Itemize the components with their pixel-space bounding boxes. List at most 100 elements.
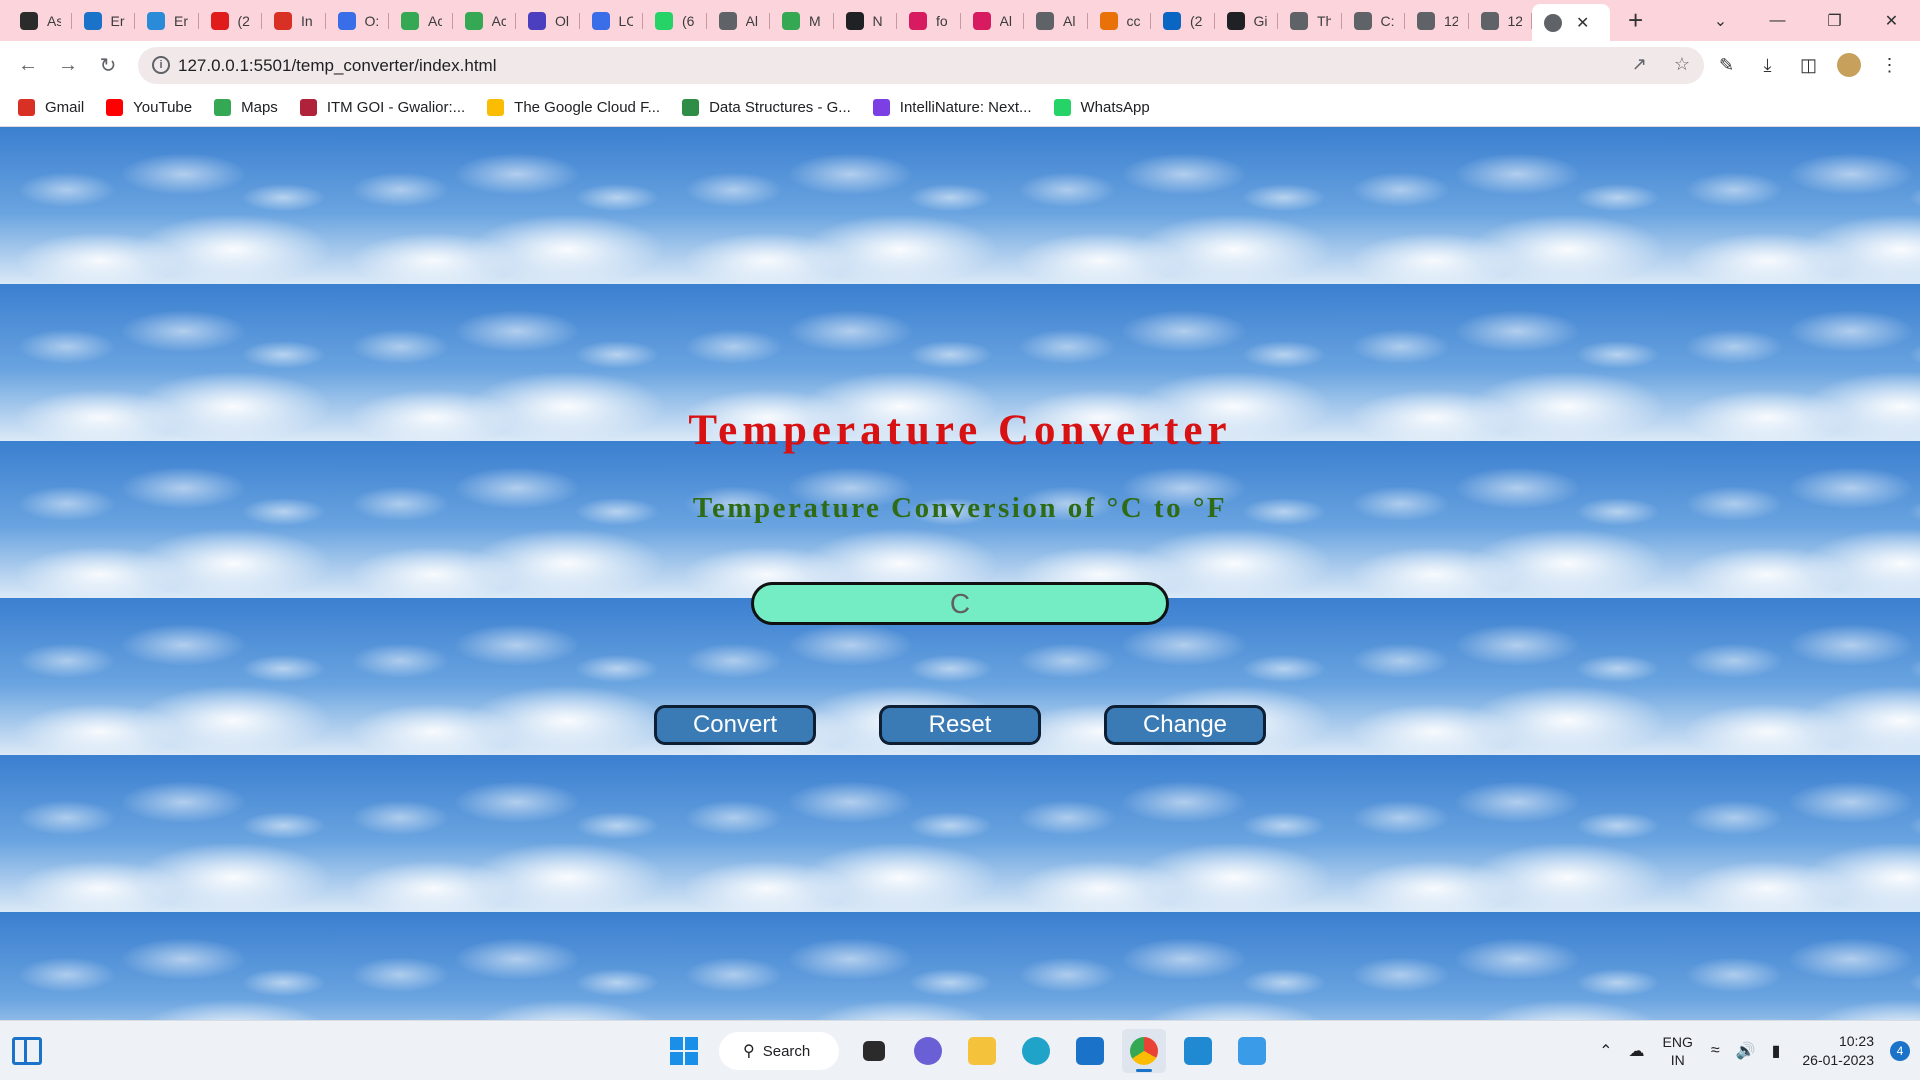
tab-title: Er [110, 12, 125, 29]
bookmark-label: YouTube [133, 99, 193, 116]
tab-title: (2 [237, 12, 250, 29]
wifi-icon[interactable]: ≈ [1711, 1042, 1720, 1060]
bookmark-star-icon[interactable]: ☆ [1674, 54, 1690, 74]
extensions-icon[interactable]: ✎ [1706, 55, 1747, 76]
onedrive-icon[interactable]: ☁ [1629, 1041, 1645, 1061]
browser-tab[interactable]: Al [961, 0, 1025, 41]
edge-icon[interactable] [1014, 1029, 1058, 1073]
browser-tab[interactable]: fo [897, 0, 961, 41]
page-content: Temperature Converter Temperature Conver… [0, 127, 1920, 1020]
address-bar[interactable]: i 127.0.0.1:5501/temp_converter/index.ht… [138, 47, 1704, 84]
change-button[interactable]: Change [1104, 705, 1266, 745]
close-tab-icon[interactable]: ✕ [1576, 13, 1589, 33]
reload-icon[interactable]: ↻ [88, 53, 128, 78]
back-icon[interactable]: ← [8, 54, 48, 77]
browser-tab[interactable]: Ac [389, 0, 453, 41]
clock[interactable]: 10:23 26-01-2023 [1802, 1032, 1874, 1070]
active-tab[interactable]: ✕ [1532, 4, 1610, 41]
tab-title: N [872, 12, 883, 29]
tab-title: (6 [682, 12, 695, 29]
bookmark-item[interactable]: Gmail [18, 99, 84, 116]
bookmark-item[interactable]: Maps [214, 99, 278, 116]
taskbar-search[interactable]: ⚲ Search [719, 1032, 839, 1070]
browser-tab[interactable]: 12 [1405, 0, 1469, 41]
minimize-button[interactable]: — [1749, 12, 1806, 30]
restore-button[interactable]: ❐ [1806, 11, 1863, 31]
tray-chevron-icon[interactable]: ⌃ [1599, 1041, 1612, 1061]
bookmark-favicon-icon [682, 99, 700, 116]
browser-tab[interactable]: N [834, 0, 898, 41]
browser-tab[interactable]: C: [1342, 0, 1406, 41]
file-explorer-icon[interactable] [960, 1029, 1004, 1073]
bookmark-item[interactable]: ITM GOI - Gwalior:... [299, 99, 465, 116]
tab-title: Al [1063, 12, 1076, 29]
tab-favicon-icon [1226, 11, 1245, 30]
browser-tab[interactable]: Er [72, 0, 136, 41]
side-panel-icon[interactable]: ◫ [1788, 55, 1829, 76]
task-view-icon[interactable] [852, 1029, 896, 1073]
close-window-button[interactable]: ✕ [1863, 11, 1920, 31]
menu-kebab-icon[interactable]: ⋮ [1869, 55, 1910, 76]
widgets-icon[interactable] [12, 1037, 42, 1065]
teams-chat-icon[interactable] [906, 1029, 950, 1073]
new-tab-button[interactable]: + [1628, 0, 1643, 41]
reset-button[interactable]: Reset [879, 705, 1041, 745]
bookmark-item[interactable]: WhatsApp [1053, 99, 1150, 116]
bookmarks-bar: Gmail YouTube Maps ITM GOI - Gwalior:... The… [0, 89, 1920, 127]
browser-tab[interactable]: Ol [516, 0, 580, 41]
site-info-icon[interactable]: i [152, 56, 170, 74]
celsius-input[interactable] [751, 582, 1169, 625]
download-icon[interactable]: ⤓ [1747, 55, 1788, 76]
bookmark-item[interactable]: Data Structures - G... [682, 99, 851, 116]
tab-favicon-icon [782, 11, 800, 30]
url-text[interactable]: 127.0.0.1:5501/temp_converter/index.html [178, 56, 496, 76]
tab-search-chevron-icon[interactable]: ⌄ [1692, 11, 1749, 31]
photos-icon[interactable] [1230, 1029, 1274, 1073]
browser-tab[interactable]: Ac [453, 0, 517, 41]
browser-tab[interactable]: Al [707, 0, 771, 41]
browser-tab[interactable]: As [8, 0, 72, 41]
browser-tab[interactable]: Er [135, 0, 199, 41]
share-icon[interactable]: ↗ [1632, 54, 1647, 74]
vscode-icon[interactable] [1176, 1029, 1220, 1073]
browser-tab[interactable]: O: [326, 0, 390, 41]
browser-tab[interactable]: cc [1088, 0, 1152, 41]
browser-tab[interactable]: M [770, 0, 834, 41]
volume-icon[interactable]: 🔊 [1736, 1041, 1756, 1061]
browser-tab[interactable]: (2 [1151, 0, 1215, 41]
bookmark-favicon-icon [214, 99, 232, 116]
browser-tab[interactable]: (6 [643, 0, 707, 41]
bookmark-favicon-icon [299, 99, 317, 116]
bookmark-label: WhatsApp [1080, 99, 1150, 116]
start-button[interactable] [662, 1029, 706, 1073]
browser-tab[interactable]: 12 [1469, 0, 1533, 41]
forward-icon[interactable]: → [48, 54, 88, 77]
browser-tab[interactable]: Th [1278, 0, 1342, 41]
clock-time: 10:23 [1838, 1033, 1874, 1049]
browser-tab[interactable]: In [262, 0, 326, 41]
tab-favicon-icon [655, 11, 673, 30]
tab-title: Th [1317, 12, 1331, 29]
globe-icon [1544, 13, 1562, 32]
browser-tab-strip: As Er Er (2 In O: Ac Ac Ol LC (6 Al M Nfo Al Al cc (2 Gi Th… [0, 0, 1920, 41]
browser-tab[interactable]: Al [1024, 0, 1088, 41]
browser-toolbar: ← → ↻ i 127.0.0.1:5501/temp_converter/in… [0, 41, 1920, 89]
bookmark-item[interactable]: The Google Cloud F... [487, 99, 660, 116]
language-indicator[interactable]: ENG IN [1663, 1033, 1693, 1069]
search-icon: ⚲ [743, 1043, 755, 1060]
tab-title: Ol [555, 12, 569, 29]
profile-avatar[interactable] [1837, 53, 1861, 77]
browser-tab[interactable]: Gi [1215, 0, 1279, 41]
battery-icon[interactable]: ▮ [1772, 1041, 1781, 1061]
browser-tab[interactable]: (2 [199, 0, 263, 41]
store-icon[interactable] [1068, 1029, 1112, 1073]
bookmark-item[interactable]: YouTube [106, 99, 192, 116]
bookmark-item[interactable]: IntelliNature: Next... [872, 99, 1032, 116]
convert-button[interactable]: Convert [654, 705, 816, 745]
tab-favicon-icon [147, 11, 165, 30]
chrome-icon[interactable] [1122, 1029, 1166, 1073]
browser-tab[interactable]: LC [580, 0, 644, 41]
page-title: Temperature Converter [688, 407, 1232, 454]
tab-favicon-icon [20, 11, 38, 30]
notification-badge[interactable]: 4 [1890, 1041, 1910, 1061]
